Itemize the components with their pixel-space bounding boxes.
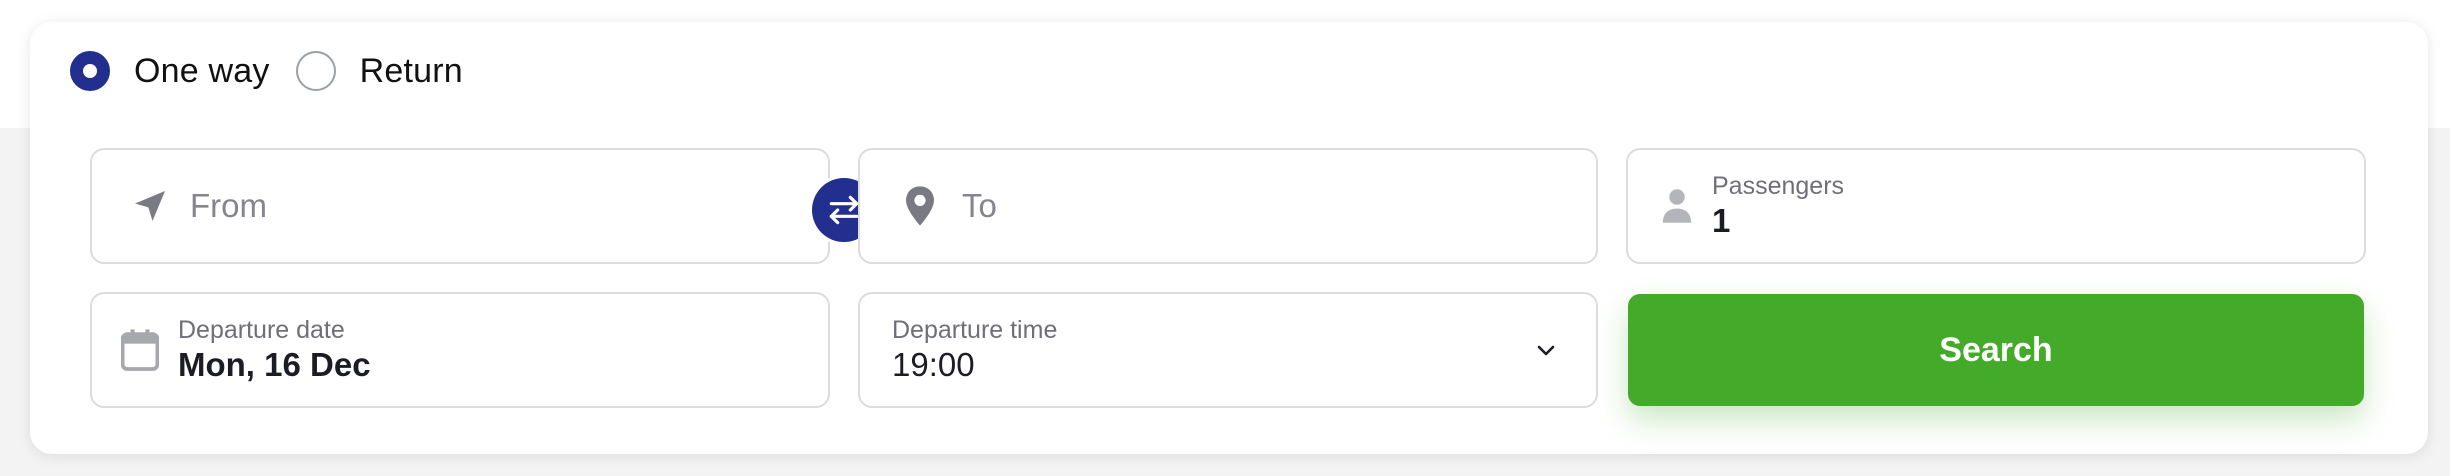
departure-date-text: Departure date Mon, 16 Dec — [178, 315, 371, 385]
chevron-down-icon[interactable] — [1532, 336, 1560, 364]
from-placeholder: From — [190, 187, 267, 224]
departure-date-label: Departure date — [178, 316, 345, 344]
passengers-text: Passengers 1 — [1712, 171, 1844, 241]
navigation-arrow-icon — [128, 184, 172, 228]
passengers-label: Passengers — [1712, 172, 1845, 200]
trip-type-selector: One way Return — [70, 50, 489, 92]
person-icon — [1660, 186, 1694, 226]
passengers-field[interactable]: Passengers 1 — [1626, 148, 2366, 264]
departure-time-select[interactable]: Departure time 19:00 — [858, 292, 1598, 408]
return-radio[interactable]: Return — [295, 51, 463, 91]
departure-time-text: Departure time 19:00 — [892, 315, 1532, 385]
one-way-radio-indicator[interactable] — [70, 51, 110, 91]
from-field[interactable]: From — [90, 148, 830, 264]
departure-time-value: 19:00 — [892, 346, 975, 383]
to-placeholder: To — [962, 187, 997, 224]
departure-time-label: Departure time — [892, 316, 1058, 344]
departure-date-field[interactable]: Departure date Mon, 16 Dec — [90, 292, 830, 408]
one-way-label: One way — [134, 51, 270, 90]
return-label: Return — [359, 51, 463, 90]
to-field[interactable]: To — [858, 148, 1598, 264]
calendar-icon — [120, 329, 160, 371]
map-pin-icon — [900, 184, 940, 228]
departure-date-value: Mon, 16 Dec — [178, 346, 371, 383]
search-button[interactable]: Search — [1628, 294, 2364, 406]
return-radio-indicator[interactable] — [295, 51, 336, 91]
passengers-value: 1 — [1712, 202, 1731, 239]
one-way-radio[interactable]: One way — [70, 51, 270, 91]
